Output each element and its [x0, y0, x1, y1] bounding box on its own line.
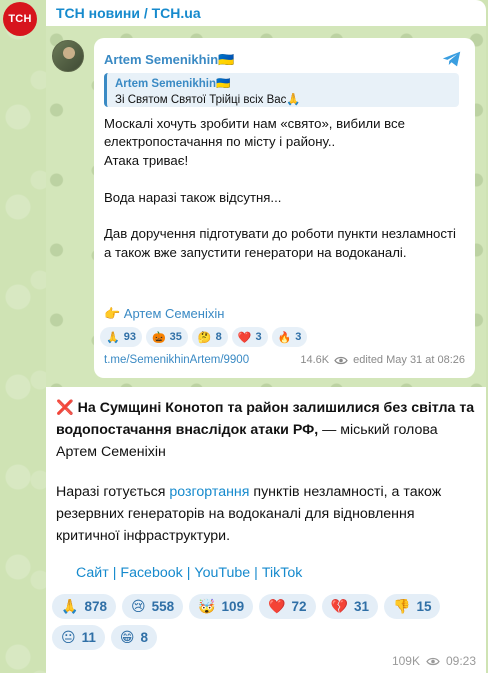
post-line: Вода наразі також відсутня...	[104, 189, 282, 205]
link-tiktok[interactable]: TikTok	[262, 565, 302, 581]
reply-quote: Artem Semenikhin🇺🇦 Зі Святом Святої Трій…	[104, 73, 459, 107]
quote-author: Artem Semenikhin🇺🇦	[115, 78, 231, 90]
message-meta: 109K 09:23	[392, 654, 476, 668]
reactions-bar: 🙏 878 😢 558 🤯 109 ❤️ 72 💔 31 👎 15 😐 11 😁 8	[52, 594, 472, 650]
reaction-mindblown[interactable]: 🤯 109	[189, 594, 254, 619]
post-line: Москалі хочуть зробити нам «свято», виби…	[104, 116, 405, 168]
reaction-thumbs-down[interactable]: 👎 15	[384, 594, 441, 619]
channel-avatar[interactable]: TCH	[3, 2, 37, 36]
channel-name[interactable]: ТСН новини / TCH.ua	[56, 5, 201, 21]
link-facebook[interactable]: Facebook	[120, 565, 182, 581]
forwarded-reaction: ❤️ 3	[231, 327, 268, 347]
forwarded-signature: 👉 Артем Семеніхін	[104, 306, 225, 321]
forwarded-reaction: 🙏 93	[100, 327, 142, 347]
reaction-heart[interactable]: ❤️ 72	[259, 594, 316, 619]
forwarded-reaction: 🔥 3	[271, 327, 308, 347]
reaction-cry[interactable]: 😢 558	[121, 594, 184, 619]
reaction-broken-heart[interactable]: 💔 31	[321, 594, 379, 619]
forwarded-reactions: 🙏 93 🎃 35 🤔 8 ❤️ 3 🔥 3	[100, 327, 308, 347]
forwarded-post-card: Artem Semenikhin🇺🇦 Artem Semenikhin🇺🇦 Зі…	[94, 38, 475, 378]
forwarded-author-avatar	[52, 40, 84, 72]
reaction-pray[interactable]: 🙏 878	[52, 594, 116, 619]
forwarded-edited: edited May 31 at 08:26	[353, 354, 465, 366]
telegram-icon	[442, 51, 461, 67]
forwarded-reaction: 🤔 8	[191, 327, 228, 347]
forwarded-screenshot[interactable]: Artem Semenikhin🇺🇦 Artem Semenikhin🇺🇦 Зі…	[46, 26, 486, 387]
social-links: Сайт | Facebook | YouTube | TikTok	[76, 565, 303, 581]
message-bubble: ТСН новини / TCH.ua Artem Semenikhin🇺🇦 A…	[46, 0, 486, 673]
forwarded-author-name: Artem Semenikhin🇺🇦	[104, 52, 235, 67]
channel-avatar-text: TCH	[8, 13, 32, 25]
eye-icon	[334, 356, 348, 364]
eye-icon	[426, 657, 440, 665]
forwarded-reaction: 🎃 35	[145, 327, 188, 347]
reaction-grin[interactable]: 😁 8	[110, 625, 158, 650]
message-time: 09:23	[445, 654, 476, 668]
post-line: Дав доручення підготувати до роботи пунк…	[104, 226, 456, 260]
forwarded-post-link: t.me/SemenikhinArtem/9900	[104, 354, 250, 366]
link-site[interactable]: Сайт	[76, 565, 109, 581]
message-paragraph: Наразі готується розгортання пунктів нез…	[56, 484, 442, 544]
forwarded-post-body: Москалі хочуть зробити нам «свято», виби…	[104, 115, 464, 281]
message-headline: ❌ На Сумщині Конотоп та район залишилися…	[56, 397, 476, 463]
link-youtube[interactable]: YouTube	[194, 565, 250, 581]
cross-mark-icon: ❌	[56, 400, 74, 416]
reaction-neutral[interactable]: 😐 11	[52, 625, 105, 650]
view-count: 109K	[391, 654, 420, 668]
deployment-link[interactable]: розгортання	[169, 484, 249, 500]
forwarded-post-meta: 14.6K edited May 31 at 08:26	[300, 354, 465, 366]
quote-text: Зі Святом Святої Трійці всіх Вас🙏	[115, 94, 301, 106]
forwarded-views: 14.6K	[300, 354, 330, 366]
